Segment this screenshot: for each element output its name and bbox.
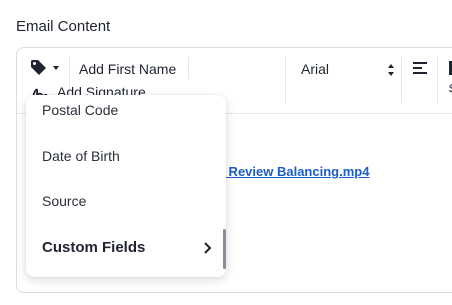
dropdown-item-date-of-birth[interactable]: Date of Birth — [42, 148, 120, 164]
chevron-right-icon — [204, 242, 212, 254]
tag-icon — [31, 60, 59, 75]
select-arrows-icon — [388, 64, 394, 76]
dropdown-item-custom-fields[interactable]: Custom Fields — [42, 239, 145, 256]
merge-tag-button[interactable] — [29, 58, 63, 78]
font-select-value: Arial — [301, 61, 330, 77]
add-first-name-button[interactable]: Add First Name — [79, 61, 176, 77]
dropdown-item-postal-code[interactable]: Postal Code — [42, 102, 118, 118]
email-content-panel: Email Content Add First Name Arial Add S… — [0, 0, 452, 305]
merge-field-dropdown: Postal Code Date of Birth Source Custom … — [26, 95, 226, 277]
video-attachment-link[interactable]: n Review Balancing.mp4 — [217, 164, 369, 179]
caret-down-icon — [53, 66, 59, 70]
dropdown-scrollbar[interactable] — [223, 229, 226, 269]
dropdown-item-source[interactable]: Source — [42, 193, 86, 209]
section-title: Email Content — [16, 18, 111, 35]
font-family-select[interactable]: Arial — [301, 61, 395, 81]
align-left-icon[interactable] — [413, 62, 427, 74]
